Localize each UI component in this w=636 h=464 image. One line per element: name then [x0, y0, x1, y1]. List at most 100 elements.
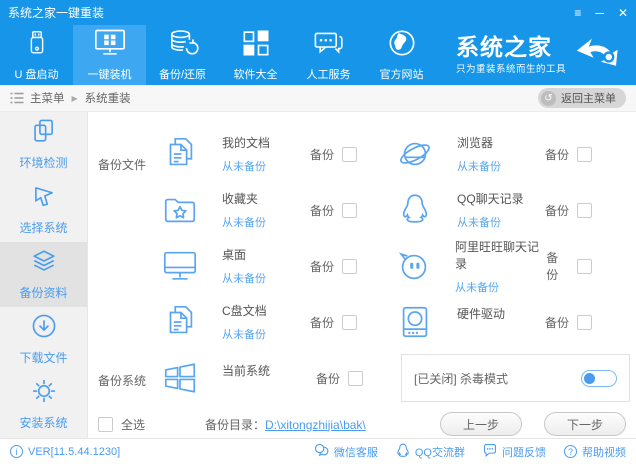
backup-item-status[interactable]: 从未备份: [457, 214, 524, 230]
status-bar: i VER[11.5.44.1230] 微信客服 QQ交流群 问题反馈 ? 帮助…: [0, 438, 636, 464]
nav-label: 人工服务: [306, 69, 351, 81]
back-arrow-icon: ↺: [541, 90, 556, 106]
backup-item-title: 阿里旺旺聊天记录: [455, 239, 540, 271]
close-icon[interactable]: ✕: [618, 7, 628, 19]
sidebar-label: 环境检测: [19, 156, 68, 170]
browser-icon: [395, 135, 435, 173]
section-label-backup-files: 备份文件: [98, 158, 147, 172]
backup-label: 备份: [544, 147, 569, 162]
chat-service-icon: [313, 28, 345, 63]
backup-item-title: 收藏夹: [222, 192, 259, 206]
documents-icon: [160, 135, 200, 173]
backup-dir-link[interactable]: D:\xitongzhijia\bak\: [265, 418, 366, 432]
backup-checkbox[interactable]: [577, 258, 593, 274]
backup-item-desktop: 桌面从未备份 备份: [160, 238, 395, 294]
download-icon: [31, 313, 57, 344]
list-menu-icon: [10, 92, 24, 104]
brand-tagline: 只为重装系统而生的工具: [455, 64, 566, 76]
backup-checkbox[interactable]: [348, 370, 363, 386]
sidebar-item-backup-data[interactable]: 备份资料: [0, 242, 87, 307]
backup-label: 备份: [544, 315, 569, 330]
footer-link-label: 问题反馈: [502, 446, 546, 459]
backup-label: 备份: [309, 315, 334, 330]
back-to-main-menu-button[interactable]: ↺ 返回主菜单: [538, 88, 626, 108]
sidebar-label: 安装系统: [19, 416, 68, 430]
backup-checkbox[interactable]: [577, 202, 592, 218]
backup-checkbox[interactable]: [577, 146, 592, 162]
chevron-right-icon: ▶: [71, 93, 78, 103]
sidebar-item-env-check[interactable]: 环境检测: [0, 112, 87, 177]
select-all-checkbox[interactable]: [98, 416, 113, 432]
backup-label: 备份: [309, 147, 334, 162]
section-label-backup-system: 备份系统: [98, 374, 147, 388]
backup-checkbox[interactable]: [342, 314, 357, 330]
footer-link-label: QQ交流群: [414, 446, 465, 459]
backup-item-status[interactable]: 从未备份: [222, 158, 270, 174]
backup-item-hardware-drivers: 硬件驱动 备份: [395, 294, 630, 350]
brand-title: 系统之家: [455, 33, 552, 60]
sidebar-item-download-files[interactable]: 下载文件: [0, 307, 87, 372]
windows-icon: [160, 359, 200, 397]
footer-link-qq-group[interactable]: QQ交流群: [396, 443, 465, 460]
backup-item-title: 我的文档: [222, 136, 271, 150]
backup-item-status[interactable]: 从未备份: [455, 279, 546, 295]
footer-link-help-video[interactable]: ? 帮助视频: [564, 443, 626, 460]
select-all-label: 全选: [121, 417, 146, 432]
desktop-icon: [160, 247, 200, 285]
favorites-folder-icon: [160, 191, 200, 229]
backup-label: 备份: [309, 259, 334, 274]
swoosh-logo-icon: [574, 33, 626, 78]
nav-label: 软件大全: [233, 69, 278, 81]
sidebar-label: 备份资料: [19, 286, 68, 300]
backup-item-title: 桌面: [222, 248, 247, 262]
backup-item-title: QQ聊天记录: [457, 192, 524, 206]
minimize-icon[interactable]: ─: [595, 7, 604, 19]
qq-icon: [396, 443, 410, 460]
env-check-icon: [31, 118, 57, 149]
top-nav: U 盘启动 一键装机 备份/还原 软件大全 人工服务 官方网站 系统之家 只为重…: [0, 25, 636, 85]
footer-link-label: 帮助视频: [582, 446, 626, 459]
next-step-button[interactable]: 下一步: [544, 412, 626, 436]
backup-checkbox[interactable]: [342, 258, 357, 274]
backup-checkbox[interactable]: [342, 202, 357, 218]
nav-item-usb-boot[interactable]: U 盘启动: [0, 25, 73, 85]
backup-item-status[interactable]: 从未备份: [222, 326, 267, 342]
backup-item-status[interactable]: 从未备份: [222, 214, 266, 230]
usb-icon: [23, 28, 51, 63]
main-panel: 备份文件 我的文档 从未备份 备份 浏览器 从未备份 备份 收藏夹 从未备份 备…: [88, 112, 636, 438]
gear-icon: [31, 378, 57, 409]
sidebar-item-install-system[interactable]: 安装系统: [0, 372, 87, 437]
nav-label: 备份/还原: [158, 69, 207, 81]
backup-item-status[interactable]: 从未备份: [222, 270, 266, 286]
backup-checkbox[interactable]: [577, 314, 592, 330]
footer-link-feedback[interactable]: 问题反馈: [483, 443, 546, 460]
nav-item-support[interactable]: 人工服务: [292, 25, 365, 85]
backup-checkbox[interactable]: [342, 146, 357, 162]
backup-label: 备份: [546, 251, 559, 282]
nav-item-software[interactable]: 软件大全: [219, 25, 292, 85]
backup-item-status[interactable]: 从未备份: [457, 158, 501, 174]
menu-icon[interactable]: ≡: [574, 7, 581, 19]
help-icon: ?: [564, 445, 577, 458]
nav-item-official-site[interactable]: 官方网站: [365, 25, 438, 85]
backup-item-browser: 浏览器 从未备份 备份: [395, 126, 630, 182]
nav-label: 一键装机: [87, 69, 132, 81]
sidebar-item-select-system[interactable]: 选择系统: [0, 177, 87, 242]
nav-item-one-click-install[interactable]: 一键装机: [73, 25, 146, 85]
backup-item-qq-history: QQ聊天记录 从未备份 备份: [395, 182, 630, 238]
previous-step-button[interactable]: 上一步: [440, 412, 522, 436]
breadcrumb-root[interactable]: 主菜单: [30, 90, 65, 106]
backup-label: 备份: [315, 371, 340, 386]
footer-link-wechat-support[interactable]: 微信客服: [314, 443, 378, 460]
footer-link-label: 微信客服: [333, 446, 378, 459]
monitor-install-icon: [93, 28, 127, 63]
breadcrumb: 主菜单 ▶ 系统重装 ↺ 返回主菜单: [0, 85, 636, 112]
nav-item-backup-restore[interactable]: 备份/还原: [146, 25, 219, 85]
backup-items-grid: 我的文档 从未备份 备份 浏览器 从未备份 备份 收藏夹 从未备份 备份 QQ聊…: [160, 126, 630, 350]
backup-item-title: 当前系统: [222, 364, 271, 378]
breadcrumb-current: 系统重装: [84, 93, 131, 105]
backup-item-status: [457, 329, 505, 340]
hardware-drive-icon: [395, 303, 435, 341]
antivirus-mode-toggle[interactable]: [581, 369, 617, 387]
antivirus-mode-box: [已关闭] 杀毒模式: [401, 354, 630, 402]
